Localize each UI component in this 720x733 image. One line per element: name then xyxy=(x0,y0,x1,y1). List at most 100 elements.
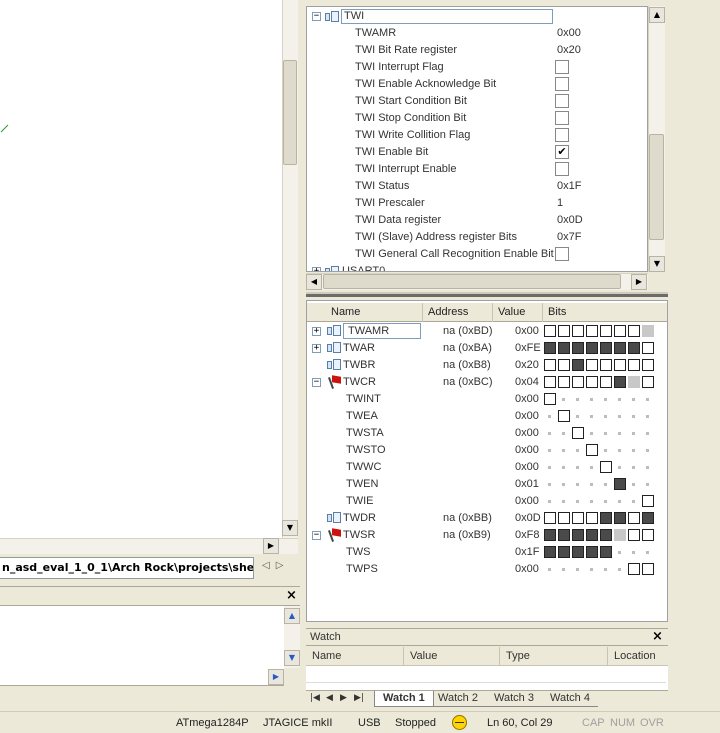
tree-group-twi[interactable]: − TWI xyxy=(307,8,647,25)
tab-prev-icon[interactable]: ◁ xyxy=(262,560,276,571)
bit-clear[interactable] xyxy=(628,359,640,371)
bit-clear[interactable] xyxy=(600,325,612,337)
tab-next-icon[interactable]: ▷ xyxy=(276,560,290,571)
bit-clear[interactable] xyxy=(628,325,640,337)
horizontal-splitter[interactable] xyxy=(306,292,668,297)
tree-field-row[interactable]: TWI Bit Rate register 0x20 xyxy=(307,42,647,59)
register-value[interactable]: 0xF8 xyxy=(515,527,539,544)
expand-icon[interactable]: + xyxy=(312,267,321,271)
bit-set[interactable] xyxy=(586,342,598,354)
bit-set[interactable] xyxy=(614,376,626,388)
bit-clear[interactable] xyxy=(628,563,640,575)
register-row[interactable]: TWSTA 0x00 xyxy=(307,425,667,442)
tree-field-value[interactable]: 0x20 xyxy=(557,42,581,59)
tree-field-row[interactable]: TWI Interrupt Flag xyxy=(307,59,647,76)
bit-clear[interactable] xyxy=(544,376,556,388)
bit-clear[interactable] xyxy=(628,512,640,524)
register-value[interactable]: 0x04 xyxy=(515,374,539,391)
bit-clear[interactable] xyxy=(642,376,654,388)
bit-clear[interactable] xyxy=(544,393,556,405)
tree-field-row[interactable]: TWI Enable Acknowledge Bit xyxy=(307,76,647,93)
register-row[interactable]: TWPS 0x00 xyxy=(307,561,667,578)
bit-set[interactable] xyxy=(628,342,640,354)
bit-set[interactable] xyxy=(586,529,598,541)
tree-field-row[interactable]: TWI General Call Recognition Enable Bit xyxy=(307,246,647,263)
expand-icon[interactable]: + xyxy=(312,327,321,336)
scroll-left-arrow-icon[interactable]: ◀ xyxy=(306,274,322,290)
register-row[interactable]: TWEA 0x00 xyxy=(307,408,667,425)
register-value[interactable]: 0x00 xyxy=(515,391,539,408)
bit-set[interactable] xyxy=(544,342,556,354)
bit-clear[interactable] xyxy=(614,359,626,371)
register-value[interactable]: 0x1F xyxy=(515,544,539,561)
register-value[interactable]: 0x00 xyxy=(515,408,539,425)
bit-clear[interactable] xyxy=(572,427,584,439)
bit-clear[interactable] xyxy=(586,444,598,456)
bit-set[interactable] xyxy=(544,546,556,558)
bit-clear[interactable] xyxy=(558,512,570,524)
bit-clear[interactable] xyxy=(544,512,556,524)
register-value[interactable]: 0x00 xyxy=(515,425,539,442)
bit-set[interactable] xyxy=(600,546,612,558)
bit-clear[interactable] xyxy=(558,410,570,422)
bit-set[interactable] xyxy=(586,546,598,558)
scroll-down-arrow-icon[interactable]: ▼ xyxy=(282,520,298,536)
register-row[interactable]: TWBR na (0xB8) 0x20 xyxy=(307,357,667,374)
register-row[interactable]: TWIE 0x00 xyxy=(307,493,667,510)
bit-set[interactable] xyxy=(614,512,626,524)
tree-field-row[interactable]: TWI Status 0x1F xyxy=(307,178,647,195)
bit-clear[interactable] xyxy=(558,325,570,337)
next-tab-icon[interactable]: ▶ xyxy=(340,693,347,703)
register-value[interactable]: 0x00 xyxy=(515,561,539,578)
tree-vertical-scroll-thumb[interactable] xyxy=(649,134,664,240)
column-header-value[interactable]: Value xyxy=(493,303,543,322)
watch-close-icon[interactable]: × xyxy=(652,629,663,644)
bit-readonly[interactable] xyxy=(628,376,640,388)
tree-group-usart0[interactable]: + USART0 xyxy=(307,263,647,271)
bit-readonly[interactable] xyxy=(614,529,626,541)
bit-set[interactable] xyxy=(600,342,612,354)
output-panel-body[interactable] xyxy=(0,606,284,686)
output-vertical-scrollbar[interactable]: ▲ ▼ xyxy=(284,606,300,668)
bit-readonly[interactable] xyxy=(642,325,654,337)
checkbox[interactable] xyxy=(555,162,569,176)
editor-file-tab[interactable]: n_asd_eval_1_0_1\Arch Rock\projects\shel… xyxy=(0,557,254,579)
checkbox[interactable] xyxy=(555,247,569,261)
register-value[interactable]: 0x01 xyxy=(515,476,539,493)
bit-clear[interactable] xyxy=(544,359,556,371)
bit-clear[interactable] xyxy=(586,359,598,371)
bit-clear[interactable] xyxy=(642,495,654,507)
tree-field-row[interactable]: TWI (Slave) Address register Bits 0x7F xyxy=(307,229,647,246)
register-row[interactable]: TWSTO 0x00 xyxy=(307,442,667,459)
bit-clear[interactable] xyxy=(600,461,612,473)
register-value[interactable]: 0x20 xyxy=(515,357,539,374)
scroll-down-arrow-icon[interactable]: ▼ xyxy=(284,650,300,666)
tab-watch-1[interactable]: Watch 1 xyxy=(374,691,434,707)
bit-clear[interactable] xyxy=(642,563,654,575)
column-header-address[interactable]: Address xyxy=(423,303,493,322)
scroll-right-arrow-icon[interactable]: ▶ xyxy=(263,538,279,554)
tree-field-value[interactable]: 0x0D xyxy=(557,212,583,229)
output-close-icon[interactable]: × xyxy=(286,588,297,603)
scroll-up-arrow-icon[interactable]: ▲ xyxy=(649,7,665,23)
column-header-name[interactable]: Name xyxy=(307,303,423,322)
tree-horizontal-scroll-thumb[interactable] xyxy=(323,274,621,289)
bit-clear[interactable] xyxy=(628,529,640,541)
register-row[interactable]: + TWAMR na (0xBD) 0x00 xyxy=(307,323,667,340)
checkbox[interactable] xyxy=(555,111,569,125)
bit-clear[interactable] xyxy=(586,376,598,388)
tab-watch-4[interactable]: Watch 4 xyxy=(542,691,598,707)
editor-vertical-scroll-thumb[interactable] xyxy=(283,60,297,165)
register-row[interactable]: TWS 0x1F xyxy=(307,544,667,561)
scroll-up-arrow-icon[interactable]: ▲ xyxy=(284,608,300,624)
bit-set[interactable] xyxy=(572,529,584,541)
register-value[interactable]: 0x00 xyxy=(515,459,539,476)
first-tab-icon[interactable]: |◀ xyxy=(310,693,320,703)
register-value[interactable]: 0x0D xyxy=(515,510,541,527)
register-value[interactable]: 0xFE xyxy=(515,340,541,357)
tree-field-row[interactable]: TWI Enable Bit ✔ xyxy=(307,144,647,161)
bit-clear[interactable] xyxy=(600,359,612,371)
register-row[interactable]: TWDR na (0xBB) 0x0D xyxy=(307,510,667,527)
register-grid[interactable]: Name Address Value Bits + TWAMR na (0xBD) 0… xyxy=(306,300,668,622)
tree-field-value[interactable]: 0x00 xyxy=(557,25,581,42)
